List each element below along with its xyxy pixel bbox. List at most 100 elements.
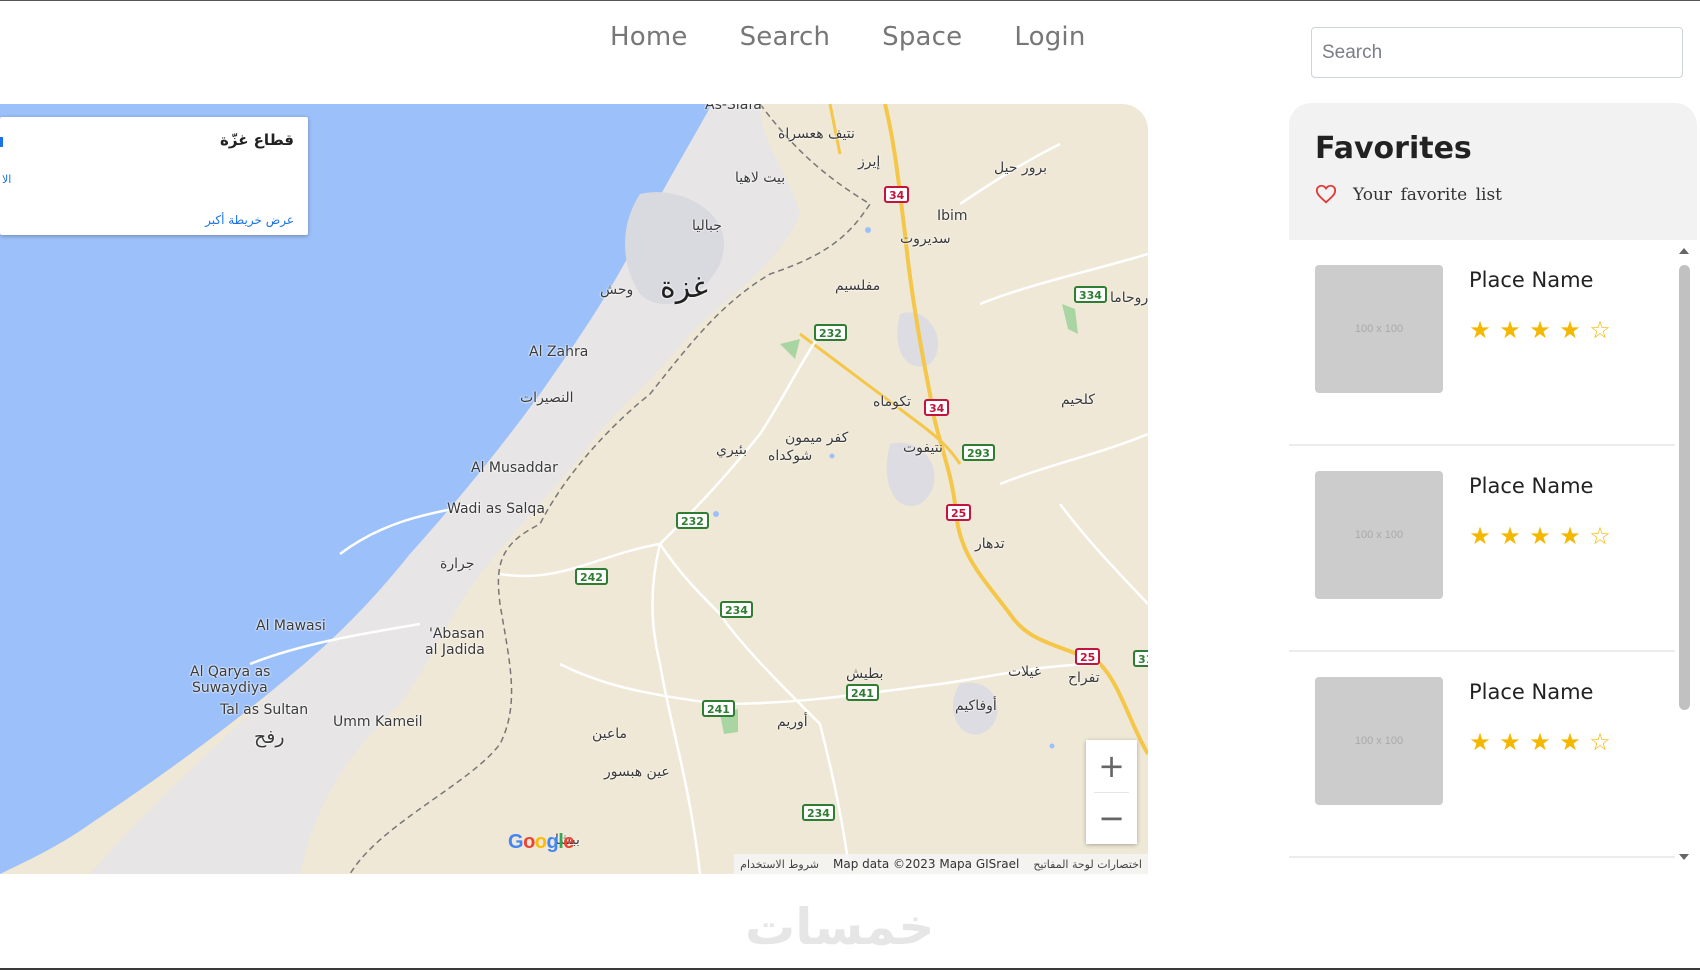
map-label-city: غزة [660, 270, 708, 305]
road-badge: 234 [802, 804, 835, 821]
nav-login[interactable]: Login [1014, 22, 1085, 52]
map-label-place: أوفاكيم [955, 698, 997, 714]
map-label-place: كلحيم [1061, 392, 1095, 408]
star-filled-icon: ★ [1559, 728, 1581, 756]
star-empty-icon: ☆ [1589, 728, 1611, 756]
map-label-place: Al Musaddar [471, 460, 558, 476]
star-filled-icon: ★ [1559, 316, 1581, 344]
main-nav: Home Search Space Login [610, 22, 1086, 52]
road-badge: 234 [720, 601, 753, 618]
scroll-up-arrow-icon[interactable] [1679, 248, 1689, 254]
place-name: Place Name [1469, 474, 1594, 498]
map-label-place: Tal as Sultan [220, 702, 309, 718]
map-label-place: تدهار [975, 536, 1005, 552]
google-logo-letter: o [534, 831, 547, 853]
road-badge: 34 [884, 186, 910, 203]
road-badge: 293 [962, 444, 995, 461]
info-card-title: قطاع غزّة [220, 131, 294, 149]
park-area [1062, 304, 1078, 334]
place-thumbnail: 100 x 100 [1315, 265, 1443, 393]
map-label-place: بئيري [716, 442, 748, 458]
star-filled-icon: ★ [1469, 522, 1491, 550]
map-label-place: Al Qarya as [190, 664, 271, 680]
star-filled-icon: ★ [1529, 728, 1551, 756]
map-label-place: al Jadida [425, 642, 485, 658]
google-logo-letter: G [508, 831, 524, 853]
map-label-place: نتيفوت [903, 440, 943, 456]
road-badge: 232 [676, 512, 709, 529]
star-filled-icon: ★ [1499, 728, 1521, 756]
pond [865, 227, 871, 233]
road-badge: 34 [924, 399, 950, 416]
map-label-place: ماعين [592, 726, 627, 742]
khamsat-watermark: خمسات [745, 898, 935, 956]
map-label-place: عين هبسور [604, 764, 670, 780]
star-empty-icon: ☆ [1589, 522, 1611, 550]
map-label-place: Ibim [937, 208, 968, 224]
search-input[interactable] [1311, 27, 1683, 78]
map-label-place: Al Zahra [529, 344, 589, 360]
view-larger-map-link[interactable]: عرض خريطة أكبر [205, 213, 294, 227]
map-label-place: النصيرات [520, 390, 574, 406]
map-label-place: 'Abasan [429, 626, 485, 642]
map-label-place: Suwaydiya [192, 680, 268, 696]
star-filled-icon: ★ [1499, 316, 1521, 344]
place-name: Place Name [1469, 680, 1594, 704]
map-label-place: Wadi as Salqa [447, 501, 545, 517]
terms-link[interactable]: شروط الاستخدام [740, 858, 819, 871]
favorite-item[interactable]: 100 x 100 Place Name ★ ★ ★ ★ ☆ [1289, 240, 1675, 446]
favorites-list[interactable]: 100 x 100 Place Name ★ ★ ★ ★ ☆ 100 x 100 Pla… [1289, 240, 1675, 860]
thumbnail-size-label: 100 x 100 [1354, 735, 1404, 747]
zoom-divider [1094, 792, 1129, 793]
zoom-out-button[interactable]: − [1086, 792, 1137, 844]
map-info-card: قطاع غزّة الا عرض خريطة أكبر [0, 117, 308, 235]
map-label-place: بطيش [846, 666, 884, 682]
star-rating: ★ ★ ★ ★ ☆ [1468, 728, 1612, 756]
info-marker-icon [0, 137, 3, 147]
road-badge: 241 [702, 700, 735, 717]
map-label-place: غيلات [1008, 664, 1042, 680]
pond [713, 511, 719, 517]
keyboard-shortcuts-link[interactable]: اختصارات لوحة المفاتيح [1033, 858, 1142, 871]
map-label-place: نتيف هعسراه [778, 126, 855, 142]
zoom-controls: + − [1086, 740, 1137, 844]
star-rating: ★ ★ ★ ★ ☆ [1468, 316, 1612, 344]
star-rating: ★ ★ ★ ★ ☆ [1468, 522, 1612, 550]
map-label-place: رفح [254, 726, 285, 748]
nav-search[interactable]: Search [740, 22, 831, 52]
pond [1049, 743, 1055, 749]
map-label-place: كفر ميمون [785, 430, 849, 446]
info-card-subtitle[interactable]: الا [2, 173, 11, 186]
nav-home[interactable]: Home [610, 22, 688, 52]
map-label-place: تكوماه [873, 394, 911, 410]
pond [829, 453, 835, 459]
road-badge: 242 [575, 568, 608, 585]
road-badge: 25 [1075, 648, 1101, 665]
favorites-title: Favorites [1315, 131, 1472, 166]
map-label-place: Umm Kameil [333, 714, 423, 730]
favorite-item[interactable]: 100 x 100 Place Name ★ ★ ★ ★ ☆ [1289, 446, 1675, 652]
favorites-scrollbar[interactable] [1676, 240, 1692, 866]
road-badge: 334 [1074, 286, 1107, 303]
map-label-place: إيرز [858, 154, 881, 170]
park-area [780, 339, 800, 359]
map-label-place: أوريم [777, 714, 808, 730]
google-logo-letter: o [523, 831, 535, 853]
favorites-header: Favorites Your favorite list [1289, 103, 1697, 240]
scrollbar-thumb[interactable] [1679, 265, 1690, 710]
place-name: Place Name [1469, 268, 1594, 292]
favorites-subtitle: Your favorite list [1353, 185, 1503, 205]
road-badge: 25 [946, 504, 972, 521]
map-label-place: وحش [600, 282, 634, 298]
google-logo-letter: g [546, 831, 559, 853]
place-thumbnail: 100 x 100 [1315, 677, 1443, 805]
scroll-down-arrow-icon[interactable] [1679, 854, 1689, 860]
map[interactable]: As-Siafa نتيف هعسراه إيرز برور حيل بيت ل… [0, 104, 1148, 874]
heart-outline-icon [1315, 184, 1337, 204]
star-filled-icon: ★ [1469, 728, 1491, 756]
star-filled-icon: ★ [1559, 522, 1581, 550]
star-filled-icon: ★ [1529, 522, 1551, 550]
favorite-item[interactable]: 100 x 100 Place Name ★ ★ ★ ★ ☆ [1289, 652, 1675, 858]
nav-space[interactable]: Space [882, 22, 962, 52]
zoom-in-button[interactable]: + [1086, 740, 1137, 792]
